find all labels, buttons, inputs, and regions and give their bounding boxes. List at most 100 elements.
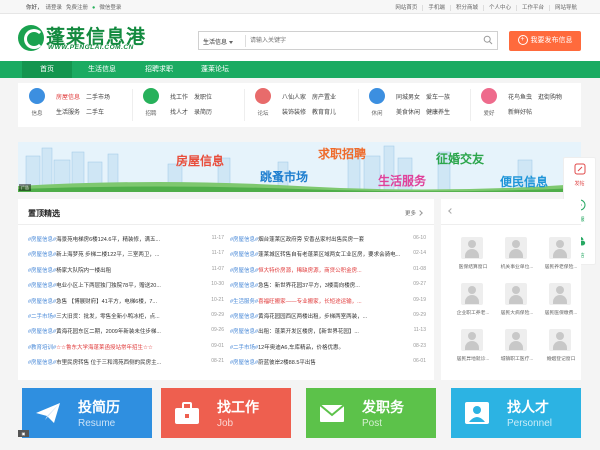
link-pets[interactable]: 花鸟鱼虫	[508, 91, 532, 106]
link-new-posts[interactable]: 新鲜好帖	[508, 106, 532, 121]
item-category[interactable]: #房屋信息#	[230, 283, 258, 289]
item-category[interactable]: #房屋信息#	[28, 268, 56, 274]
top-link-workbench[interactable]: 工作平台	[515, 5, 549, 11]
item-title[interactable]: 12年奥迪A6,车库精品，价格优惠。	[258, 345, 344, 351]
promo-banner[interactable]: 房屋信息 求职招聘 征婚交友 跳蚤市场 生活服务 便民信息 广告	[18, 142, 581, 192]
item-category[interactable]: #生活服务#	[230, 299, 258, 305]
item-category[interactable]: #房屋信息#	[28, 329, 56, 335]
member-name[interactable]: 居民异地就诊...	[450, 355, 496, 362]
item-category[interactable]: #房屋信息#	[28, 360, 56, 366]
item-title[interactable]: 恒大特价房源，稀缺房源，商贷公积金房...	[258, 268, 362, 274]
list-item[interactable]: #房屋信息#急售 【博展财府】41平方，电梯6楼，7... 10-21	[28, 297, 224, 307]
top-link-points[interactable]: 积分商城	[449, 5, 483, 11]
link-baxian[interactable]: 八仙人家	[282, 91, 306, 106]
find-job-button[interactable]: 找工作 Job	[161, 388, 291, 438]
member-name[interactable]: 机关事业单位...	[494, 263, 540, 270]
list-item[interactable]: #房屋信息#黄海花园东区二期，2009年新装未住步梯... 09-26	[28, 327, 224, 337]
link-parenting[interactable]: 教育育儿	[312, 106, 336, 121]
item-category[interactable]: #房屋信息#	[28, 299, 56, 305]
top-link-site-nav[interactable]: 网站导航	[548, 5, 582, 11]
list-item[interactable]: #二手市场#三大旧货：批发，零售全新小鸭冰柜，点... 09-29	[28, 312, 224, 322]
list-item[interactable]: #房屋信息#急售：新世界花园37平方，3楼南向楼房... 09-27	[230, 281, 426, 291]
item-title[interactable]: 黄海花园园西区两楼出租，步梯两室两装，...	[258, 314, 367, 320]
item-title[interactable]: ☆☆鲁东大学海蓬莱函授站常年招生☆☆	[56, 345, 153, 351]
link-used-car[interactable]: 二手车	[86, 106, 104, 121]
item-category[interactable]: #教育培训#	[28, 345, 56, 351]
item-title[interactable]: 市里民房转售 位于三和湾苑西侧的民房主...	[56, 360, 161, 366]
list-item[interactable]: #教育培训#☆☆鲁东大学海蓬莱函授站常年招生☆☆ 09-01	[28, 343, 224, 353]
list-item[interactable]: #房屋信息#黄海花园园西区两楼出租，步梯两室两装，... 09-29	[230, 312, 426, 322]
list-item[interactable]: #房屋信息#蓬莱城区转售自有老蓬莱区域两女工业区房，要求会骑电... 02-14	[230, 250, 426, 260]
item-category[interactable]: #房屋信息#	[28, 252, 56, 258]
item-category[interactable]: #房屋信息#	[230, 360, 258, 366]
avatar[interactable]	[505, 329, 527, 351]
post-job-button[interactable]: 发职务 Post	[306, 388, 436, 438]
post-info-button[interactable]: 我要发布信息	[509, 31, 581, 51]
item-category[interactable]: #房屋信息#	[230, 329, 258, 335]
avatar[interactable]	[505, 283, 527, 305]
nav-forum[interactable]: 蓬莱论坛	[190, 61, 240, 78]
link-housing[interactable]: 房屋信息	[56, 91, 80, 106]
list-item[interactable]: #房屋信息#蔚蓝彼岸2楼88.5平出售 06-01	[230, 358, 426, 368]
item-title[interactable]: 黄海花园东区二期，2009年新装未住步梯...	[56, 329, 161, 335]
link-car-fans[interactable]: 爱车一族	[426, 91, 450, 106]
float-post-button[interactable]: 发帖	[564, 158, 595, 194]
register-link[interactable]: 免费注册	[66, 5, 88, 11]
avatar[interactable]	[549, 329, 571, 351]
link-real-estate[interactable]: 房产置业	[312, 91, 336, 106]
member-name[interactable]: 医保结算窗口	[450, 263, 496, 270]
link-dating[interactable]: 同城男女	[396, 91, 420, 106]
avatar[interactable]	[549, 283, 571, 305]
list-item[interactable]: #房屋信息#电业小区上下两层独门独院78平，赠送20... 10-30	[28, 281, 224, 291]
avatar[interactable]	[461, 283, 483, 305]
item-title[interactable]: 海景苑电梯房6楼124.6平，精装修，满五...	[56, 237, 160, 243]
search-icon[interactable]	[483, 35, 493, 45]
find-talent-button[interactable]: 找人才 Personnel	[451, 388, 581, 438]
member-name[interactable]: 婚姻登记窗口	[538, 355, 584, 362]
link-food[interactable]: 美食休闲	[396, 106, 420, 121]
list-item[interactable]: #房屋信息#市里民房转售 位于三和湾苑西侧的民房主... 08-21	[28, 358, 224, 368]
link-add-resume[interactable]: 录简历	[194, 106, 212, 121]
top-link-user-center[interactable]: 个人中心	[482, 5, 516, 11]
list-item[interactable]: #房屋信息#恒大特价房源，稀缺房源，商贷公积金房... 01-08	[230, 266, 426, 276]
link-find-job[interactable]: 找工作	[170, 91, 188, 106]
item-title[interactable]: 出租：蓬莱开发区楼房，【新世界花园】...	[258, 329, 359, 335]
member-name[interactable]: 居民养老保险...	[538, 263, 584, 270]
nav-life-info[interactable]: 生活信息	[77, 61, 127, 78]
avatar[interactable]	[461, 329, 483, 351]
chevron-left-icon[interactable]	[448, 208, 454, 214]
item-title[interactable]: 杨家大队院内一楼出租	[56, 268, 111, 274]
list-item[interactable]: #生活服务#喜福旺搬家——专业搬家，长短途运输，... 09-19	[230, 297, 426, 307]
item-title[interactable]: 蔚蓝彼岸2楼88.5平出售	[258, 360, 316, 366]
item-category[interactable]: #二手市场#	[28, 314, 56, 320]
search-category-select[interactable]: 生活信息	[203, 37, 234, 46]
top-link-home[interactable]: 网站首页	[390, 5, 422, 11]
item-title[interactable]: 三大旧货：批发，零售全新小鸭冰柜，点...	[56, 314, 160, 320]
item-category[interactable]: #房屋信息#	[28, 237, 56, 243]
item-category[interactable]: #二手市场#	[230, 345, 258, 351]
link-find-talent[interactable]: 找人才	[170, 106, 188, 121]
nav-jobs[interactable]: 招聘求职	[133, 61, 185, 78]
avatar[interactable]	[549, 237, 571, 259]
list-item[interactable]: #房屋信息#海景苑电梯房6楼124.6平，精装修，满五... 11-17	[28, 235, 224, 245]
link-second-hand[interactable]: 二手市场	[86, 91, 110, 106]
item-title[interactable]: 急售 【博展财府】41平方，电梯6楼，7...	[56, 299, 157, 305]
item-title[interactable]: 蓬莱城区转售自有老蓬莱区域两女工业区房，要求会骑电...	[258, 252, 400, 258]
list-item[interactable]: #房屋信息#杨家大队院内一楼出租 11-07	[28, 266, 224, 276]
link-shopping[interactable]: 逛街购物	[538, 91, 562, 106]
list-item[interactable]: #房屋信息#烟台蓬莱区政府旁 安香丛家村出售民房一套 06-10	[230, 235, 426, 245]
item-category[interactable]: #房屋信息#	[230, 252, 258, 258]
resume-button[interactable]: 投简历 Resume	[22, 388, 152, 438]
link-decoration[interactable]: 装饰装修	[282, 106, 306, 121]
site-logo[interactable]: 蓬莱信息港 WWW.PENGLAI.COM.CN	[18, 25, 160, 55]
link-health[interactable]: 健康养生	[426, 106, 450, 121]
item-category[interactable]: #房屋信息#	[230, 314, 258, 320]
list-item[interactable]: #房屋信息#新上海梦苑 步梯二楼122平，三室两卫，... 11-17	[28, 250, 224, 260]
list-item[interactable]: #二手市场#12年奥迪A6,车库精品，价格优惠。 08-23	[230, 343, 426, 353]
list-item[interactable]: #房屋信息#出租：蓬莱开发区楼房，【新世界花园】... 11-13	[230, 327, 426, 337]
search-input[interactable]	[245, 35, 465, 47]
wechat-login-link[interactable]: 微信登录	[99, 5, 121, 11]
link-post-job[interactable]: 发职位	[194, 91, 212, 106]
item-title[interactable]: 喜福旺搬家——专业搬家，长短途运输，...	[258, 299, 362, 305]
more-link[interactable]: 更多	[405, 209, 422, 217]
